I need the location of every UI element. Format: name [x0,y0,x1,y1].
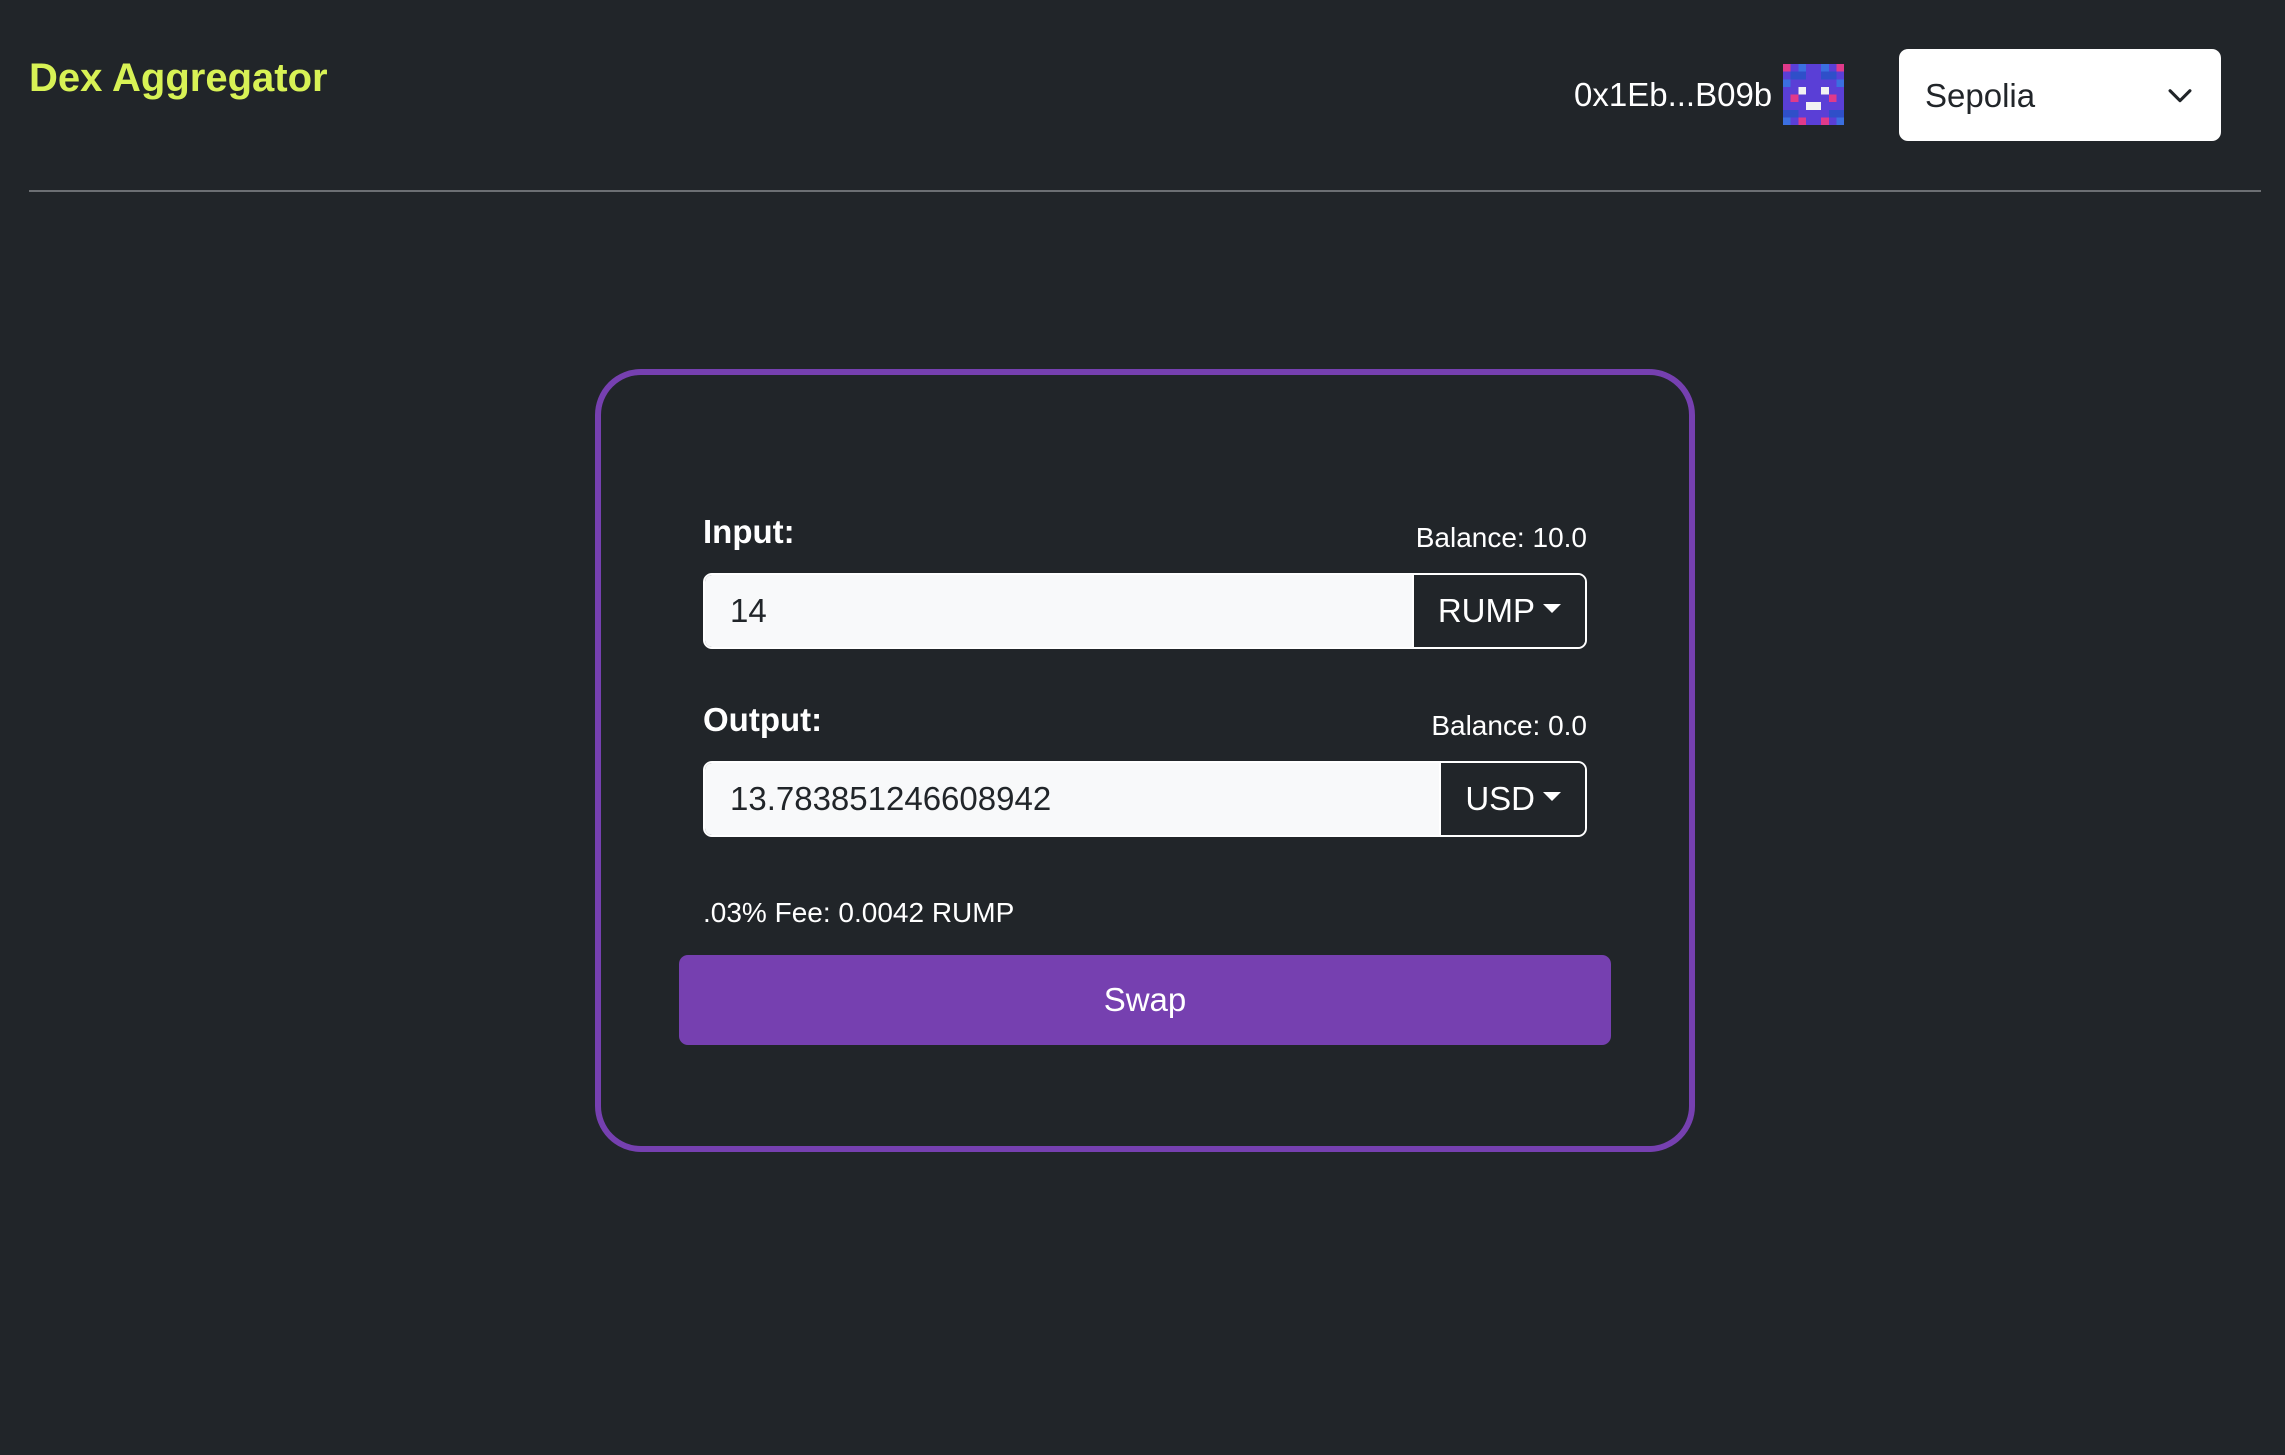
caret-down-icon [1543,791,1561,801]
output-label: Output: [703,701,823,738]
network-select[interactable]: Sepolia [1899,49,2221,141]
output-token-label: USD [1465,780,1535,817]
account-address: 0x1Eb...B09b [1574,76,1773,113]
input-balance: Balance: 10.0 [1415,522,1587,553]
input-token-dropdown[interactable]: RUMP [1411,575,1585,647]
blockie-avatar-icon [1783,64,1844,125]
output-amount-field[interactable]: 13.783851246608942 [705,763,1440,835]
network-select-value: Sepolia [1925,77,2036,114]
chevron-down-icon [2168,89,2192,103]
input-token-label: RUMP [1437,592,1535,629]
header-divider [29,190,2261,192]
input-label: Input: [703,513,795,550]
fee-text: .03% Fee: 0.0042 RUMP [703,897,1015,928]
output-amount-group: 13.783851246608942 USD [703,761,1587,837]
output-token-dropdown[interactable]: USD [1439,763,1585,835]
swap-button[interactable]: Swap [679,955,1611,1045]
brand-title[interactable]: Dex Aggregator [29,56,328,101]
input-amount-field[interactable]: 14 [705,575,1412,647]
input-amount-group: 14 RUMP [703,573,1587,649]
output-balance: Balance: 0.0 [1431,710,1587,741]
caret-down-icon [1543,603,1561,613]
